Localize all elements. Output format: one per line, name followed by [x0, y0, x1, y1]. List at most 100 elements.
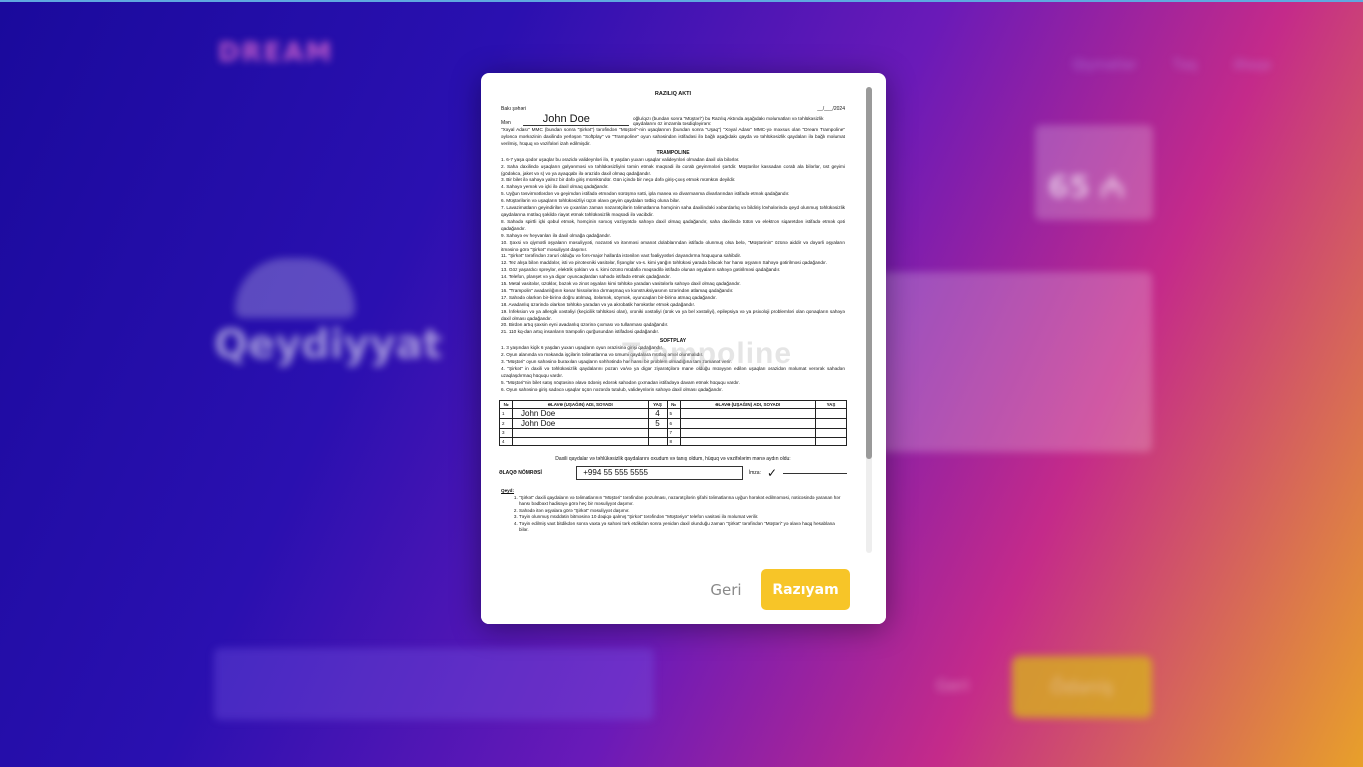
- rule-item: 14. Telefon, planşet və ya digər oyuncaq…: [501, 274, 671, 280]
- rule-item: 3. Bir bilet ilə sahəyə yalnız bir dəfə …: [501, 177, 736, 183]
- section-trampoline: TRAMPOLINE: [656, 149, 690, 156]
- rule-item: 16. "Trampolin" avadanlığının kənar hiss…: [501, 287, 734, 293]
- table-header: №: [499, 399, 513, 410]
- table-cell: 3: [499, 428, 513, 438]
- trampoline-watermark: Trampoline: [622, 337, 793, 370]
- cloud-decoration: [235, 258, 355, 318]
- confirmation-text: Daxili qaydalar və təhlükəsizlik qaydala…: [555, 456, 791, 463]
- rule-item: 5. Uyğun təsvirmətlərdən və geyimdən ist…: [501, 191, 790, 197]
- rule-item: 17. Sahədə olarkən bir-birinə doğru atıl…: [501, 294, 717, 300]
- rule-item: 4. Sahəyə yemək və içki ilə daxil olmaq …: [501, 184, 609, 190]
- children-table: № ƏLAVƏ (UŞAĞIN) ADI, SOYADI YAŞ № ƏLAVƏ…: [499, 399, 847, 447]
- name-prefix: Mən: [501, 120, 511, 126]
- signature-field: İmza: ✓: [749, 466, 847, 480]
- intro-paragraph: "Xəyal Adası" MMC (bundan sonra "Şirkət"…: [501, 127, 845, 146]
- scrollbar-thumb[interactable]: [866, 87, 872, 459]
- table-cell: 7: [666, 428, 681, 438]
- rule-item: 10. Şəxsi və qiymətli əşyaların məsuliyy…: [501, 239, 845, 252]
- table-cell: [815, 418, 847, 430]
- phone-number: +994 55 555 5555: [576, 466, 743, 481]
- note-item: Təyin edilmiş vaxt bitdikdən sonra vaxta…: [519, 521, 845, 534]
- signature-line: [783, 472, 847, 474]
- table-cell: [679, 408, 816, 420]
- table-cell: 2: [499, 418, 513, 430]
- rule-item: 13. Göz yaşardıcı spreylər, elektrik şok…: [501, 267, 781, 273]
- rule-item: 6. Müştərilərin və uşaqların təhlükəsizl…: [501, 198, 681, 204]
- page-title: Qeydiyyat: [214, 322, 442, 368]
- table-cell: [679, 436, 816, 447]
- table-cell: 4: [499, 436, 513, 447]
- table-cell: 5: [647, 418, 668, 430]
- rule-item: 21. 110 kq-dan artıq insanların trampoli…: [501, 329, 660, 335]
- rule-item: 1. 6-7 yaşa qədər uşaqlar bu ərazidə val…: [501, 156, 740, 162]
- contact-row: ƏLAQƏ NÖMRƏSİ +994 55 555 5555 İmza: ✓: [497, 466, 849, 481]
- agree-button[interactable]: Razıyam: [761, 569, 850, 610]
- table-cell: [647, 436, 668, 447]
- contact-label: ƏLAQƏ NÖMRƏSİ: [499, 470, 542, 477]
- table-row: 48: [499, 436, 847, 447]
- note-item: "Şirkət" daxili qaydaların və təlimatlar…: [519, 495, 845, 508]
- document-scroll-area[interactable]: RAZILIQ AKTI Bakı şəhəri __/___/2024 Mən…: [481, 73, 886, 553]
- rule-item: 9. Sahəyə ev heyvanları ilə daxil olmağa…: [501, 232, 611, 238]
- rule-item: 8. Sahədə spirtli içki qəbul etmək, həmç…: [501, 218, 845, 231]
- consent-modal: RAZILIQ AKTI Bakı şəhəri __/___/2024 Mən…: [481, 73, 886, 624]
- parent-name-value: John Doe: [522, 114, 630, 126]
- background-input[interactable]: [214, 648, 654, 720]
- checkmark-icon: ✓: [766, 466, 777, 481]
- table-cell: [647, 428, 668, 438]
- rule-item: 15. Metal vasitələr, üzüklər, bəzək və z…: [501, 281, 741, 287]
- price-value: 65 ₼: [1048, 170, 1125, 205]
- nav-item[interactable]: Əlaqə: [1233, 58, 1271, 73]
- table-header: YAŞ: [815, 399, 847, 410]
- back-button[interactable]: Geri: [698, 574, 754, 606]
- table-header: ƏLAVƏ (UŞAĞIN) ADI, SOYADI: [679, 399, 816, 410]
- table-cell: 8: [666, 436, 681, 447]
- table-cell: 1: [499, 408, 513, 420]
- form-card: [880, 272, 1152, 452]
- table-row: 37: [499, 428, 847, 438]
- table-cell: [815, 436, 847, 447]
- site-nav: Qiymətlər Təq Əlaqə: [1072, 58, 1271, 73]
- table-cell: [679, 418, 816, 430]
- table-cell: 6: [666, 418, 681, 430]
- modal-footer: Geri Razıyam: [481, 553, 886, 624]
- consent-document: RAZILIQ AKTI Bakı şəhəri __/___/2024 Mən…: [497, 87, 849, 534]
- rule-item: 18. Avadanlıq üzərində olarkən təhlükə y…: [501, 301, 696, 307]
- signature-label: İmza:: [748, 470, 761, 477]
- table-header: YAŞ: [647, 399, 668, 410]
- table-cell: 4: [647, 408, 668, 420]
- rule-item: 11. "Şirkət" tərəfindən zərurі olduğu və…: [501, 253, 742, 259]
- table-cell: [679, 428, 816, 438]
- rule-item: 19. İnfeksion və ya allergik xəstəliyi (…: [501, 308, 845, 321]
- table-cell: [512, 436, 649, 447]
- table-row: 1 John Doe 4 5: [499, 408, 847, 420]
- rule-item: 6. Oyun sahəsinə giriş sadəcə uşaqlar üç…: [501, 386, 723, 392]
- city-date-row: Bakı şəhəri __/___/2024: [497, 106, 849, 112]
- table-cell: 5: [666, 408, 681, 420]
- city-label: Bakı şəhəri: [501, 106, 527, 112]
- table-cell: John Doe: [512, 418, 649, 430]
- rule-item: 5. "Müştəri"nin bilet satış nöqtəsinə əl…: [501, 379, 740, 385]
- table-cell: [815, 408, 847, 420]
- nav-item[interactable]: Qiymətlər: [1072, 58, 1136, 73]
- notes-list: "Şirkət" daxili qaydaların və təlimatlar…: [501, 495, 845, 534]
- table-cell: John Doe: [512, 408, 649, 420]
- table-header: ƏLAVƏ (UŞAĞIN) ADI, SOYADI: [512, 399, 649, 410]
- table-cell: [512, 428, 649, 438]
- rule-item: 2. Saha daxilində uşaqların gəlyənməsi v…: [501, 163, 845, 176]
- notes-block: Qeyd: "Şirkət" daxili qaydaların və təli…: [497, 488, 849, 534]
- date-field: __/___/2024: [817, 106, 845, 112]
- background-back-button[interactable]: Geri: [936, 676, 969, 695]
- parent-name-line: Mən John Doe oğlu/qızı (bundan sonra "Mü…: [497, 114, 849, 126]
- nav-item[interactable]: Təq: [1173, 58, 1197, 73]
- table-cell: [815, 428, 847, 438]
- name-suffix: oğlu/qızı (bundan sonra "Müştəri") bu Ra…: [633, 116, 824, 126]
- background-payment-button[interactable]: Ödəniş: [1012, 656, 1152, 718]
- trampoline-rules: 1. 6-7 yaşa qədər uşaqlar bu ərazidə val…: [497, 157, 849, 337]
- rule-item: 7. Lavazimatların geyindirilən və çıxarı…: [501, 205, 845, 217]
- table-header: №: [666, 399, 681, 410]
- table-row: 2 John Doe 5 6: [499, 418, 847, 430]
- site-logo: DREAM: [218, 38, 334, 68]
- rule-item: 20. Birdən artıq şəxsin eyni avadanlıq ü…: [501, 322, 669, 328]
- rule-item: 12. Tez alışa bilən maddələr, isti və pi…: [501, 260, 827, 266]
